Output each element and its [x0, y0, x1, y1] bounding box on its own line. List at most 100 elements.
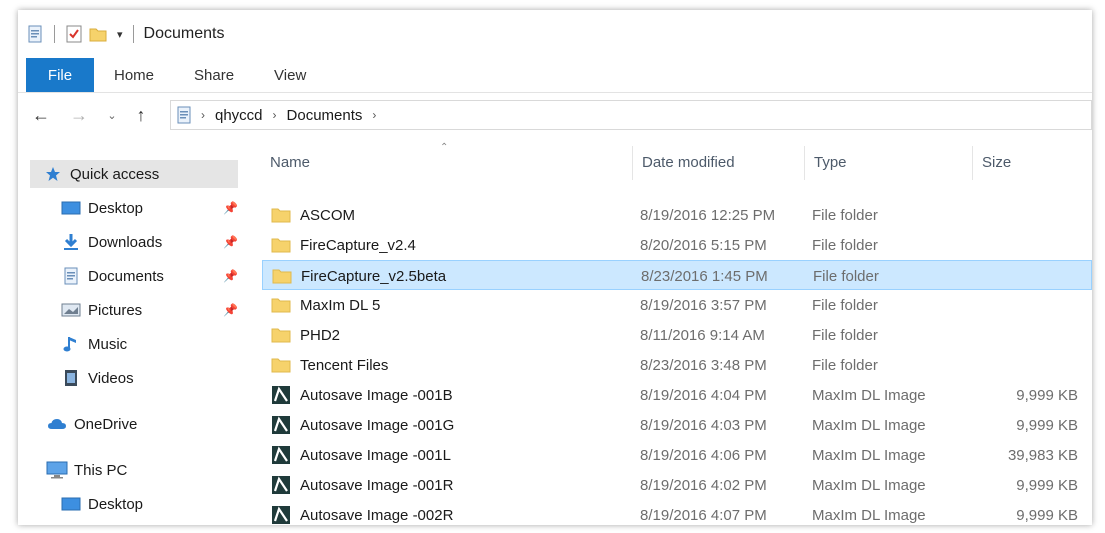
- file-date-modified: 8/23/2016 1:45 PM: [641, 267, 768, 285]
- nav-music[interactable]: Music: [60, 330, 238, 358]
- file-name: FireCapture_v2.4: [300, 236, 416, 254]
- file-name-cell: Autosave Image -001B: [270, 380, 453, 410]
- maxim-image-icon: [270, 445, 292, 465]
- column-divider[interactable]: [804, 146, 805, 180]
- pin-icon[interactable]: 📌: [223, 269, 238, 283]
- table-row[interactable]: Autosave Image -001B 8/19/2016 4:04 PM Max…: [262, 380, 1092, 410]
- forward-arrow-icon[interactable]: →: [66, 102, 92, 128]
- table-row[interactable]: Autosave Image -002R 8/19/2016 4:07 PM Max…: [262, 500, 1092, 525]
- documents-icon: [60, 266, 82, 286]
- table-row[interactable]: Autosave Image -001L 8/19/2016 4:06 PM Max…: [262, 440, 1092, 470]
- file-date-modified: 8/19/2016 3:57 PM: [640, 296, 767, 314]
- window-title: Documents: [143, 25, 225, 42]
- up-arrow-icon[interactable]: ↑: [128, 102, 154, 128]
- desktop-icon: [60, 198, 82, 218]
- nav-quick-access-label: Quick access: [70, 165, 160, 183]
- column-header-row: ⌃ Name Date modified Type Size: [262, 140, 1092, 184]
- nav-this-pc-label: This PC: [74, 461, 128, 479]
- folder-icon: [271, 266, 293, 286]
- table-row[interactable]: Autosave Image -001G 8/19/2016 4:03 PM Max…: [262, 410, 1092, 440]
- table-row[interactable]: PHD2 8/11/2016 9:14 AM File folder: [262, 320, 1092, 350]
- table-row[interactable]: MaxIm DL 5 8/19/2016 3:57 PM File folder: [262, 290, 1092, 320]
- breadcrumb-chevron-icon[interactable]: ›: [201, 108, 205, 122]
- nav-pictures[interactable]: Pictures 📌: [60, 296, 238, 324]
- table-row[interactable]: Tencent Files 8/23/2016 3:48 PM File folde…: [262, 350, 1092, 380]
- pin-icon[interactable]: 📌: [223, 303, 238, 317]
- folder-icon: [270, 325, 292, 345]
- file-name-cell: ASCOM: [270, 200, 355, 230]
- nav-this-pc[interactable]: This PC: [46, 456, 238, 484]
- nav-item-label: Pictures: [88, 301, 143, 319]
- properties-check-icon[interactable]: [65, 24, 83, 44]
- nav-this-pc-desktop[interactable]: Desktop: [60, 490, 238, 518]
- maxim-image-icon: [270, 505, 292, 525]
- file-name: Autosave Image -002R: [300, 506, 454, 524]
- file-size: 9,999 KB: [1016, 506, 1078, 524]
- pin-icon[interactable]: 📌: [223, 201, 238, 215]
- tab-home[interactable]: Home: [94, 58, 174, 92]
- file-date-modified: 8/19/2016 12:25 PM: [640, 206, 776, 224]
- file-size: 39,983 KB: [1007, 446, 1078, 464]
- maxim-image-icon: [270, 475, 292, 495]
- nav-downloads[interactable]: Downloads 📌: [60, 228, 238, 256]
- nav-desktop[interactable]: Desktop 📌: [60, 194, 238, 222]
- tab-view[interactable]: View: [254, 58, 326, 92]
- file-type: MaxIm DL Image: [812, 446, 926, 464]
- nav-documents[interactable]: Documents 📌: [60, 262, 238, 290]
- nav-videos[interactable]: Videos: [60, 364, 238, 392]
- back-arrow-icon[interactable]: ←: [28, 102, 54, 128]
- file-size: 9,999 KB: [1016, 476, 1078, 494]
- file-date-modified: 8/19/2016 4:07 PM: [640, 506, 767, 524]
- breadcrumb-documents[interactable]: Documents: [287, 107, 363, 124]
- file-type: File folder: [812, 236, 878, 254]
- title-separator: [132, 25, 134, 43]
- file-size: 9,999 KB: [1016, 416, 1078, 434]
- tab-file[interactable]: File: [26, 58, 94, 92]
- nav-quick-access[interactable]: Quick access: [30, 160, 238, 188]
- maxim-image-icon: [270, 385, 292, 405]
- videos-icon: [60, 368, 82, 388]
- pin-icon[interactable]: 📌: [223, 235, 238, 249]
- recent-locations-chevron-icon[interactable]: ⌄: [102, 102, 122, 128]
- address-documents-icon: [177, 106, 191, 124]
- column-header-size[interactable]: Size: [974, 140, 1084, 184]
- breadcrumb-qhyccd[interactable]: qhyccd: [215, 107, 263, 124]
- address-bar[interactable]: › qhyccd › Documents ›: [170, 100, 1092, 130]
- new-folder-icon[interactable]: [89, 24, 107, 44]
- music-icon: [60, 334, 82, 354]
- table-row[interactable]: FireCapture_v2.5beta 8/23/2016 1:45 PM Fil…: [262, 260, 1092, 290]
- nav-onedrive[interactable]: OneDrive: [46, 410, 238, 438]
- pictures-icon: [60, 300, 82, 320]
- tab-share[interactable]: Share: [174, 58, 254, 92]
- column-divider[interactable]: [972, 146, 973, 180]
- column-divider[interactable]: [632, 146, 633, 180]
- folder-icon: [270, 355, 292, 375]
- file-name-cell: Autosave Image -001L: [270, 440, 451, 470]
- cloud-icon: [46, 414, 68, 434]
- navigation-bar: ← → ⌄ ↑ › qhyccd › Documents ›: [18, 93, 1092, 137]
- file-name: ASCOM: [300, 206, 356, 224]
- table-row[interactable]: ASCOM 8/19/2016 12:25 PM File folder: [262, 200, 1092, 230]
- table-row[interactable]: FireCapture_v2.4 8/20/2016 5:15 PM File fo…: [262, 230, 1092, 260]
- file-date-modified: 8/20/2016 5:15 PM: [640, 236, 767, 254]
- file-name-cell: PHD2: [270, 320, 340, 350]
- breadcrumb-chevron-icon[interactable]: ›: [273, 108, 277, 122]
- desktop-icon: [60, 494, 82, 514]
- maxim-image-icon: [270, 415, 292, 435]
- file-type: MaxIm DL Image: [812, 386, 926, 404]
- column-header-name[interactable]: Name: [262, 140, 632, 184]
- table-row[interactable]: Autosave Image -001R 8/19/2016 4:02 PM Max…: [262, 470, 1092, 500]
- documents-small-icon[interactable]: [26, 24, 44, 44]
- file-name-cell: MaxIm DL 5: [270, 290, 380, 320]
- customize-quick-access-dropdown[interactable]: ▾: [117, 28, 123, 41]
- file-name-cell: Autosave Image -001R: [270, 470, 453, 500]
- title-bar: ▾ Documents: [18, 10, 1092, 58]
- file-name: Autosave Image -001L: [300, 446, 451, 464]
- column-header-type[interactable]: Type: [806, 140, 972, 184]
- file-size: 9,999 KB: [1016, 386, 1078, 404]
- file-name: Autosave Image -001B: [300, 386, 453, 404]
- explorer-window: ▾ Documents File Home Share View ← → ⌄ ↑…: [18, 10, 1092, 525]
- nav-onedrive-label: OneDrive: [74, 415, 138, 433]
- breadcrumb-chevron-icon[interactable]: ›: [372, 108, 376, 122]
- column-header-date[interactable]: Date modified: [634, 140, 804, 184]
